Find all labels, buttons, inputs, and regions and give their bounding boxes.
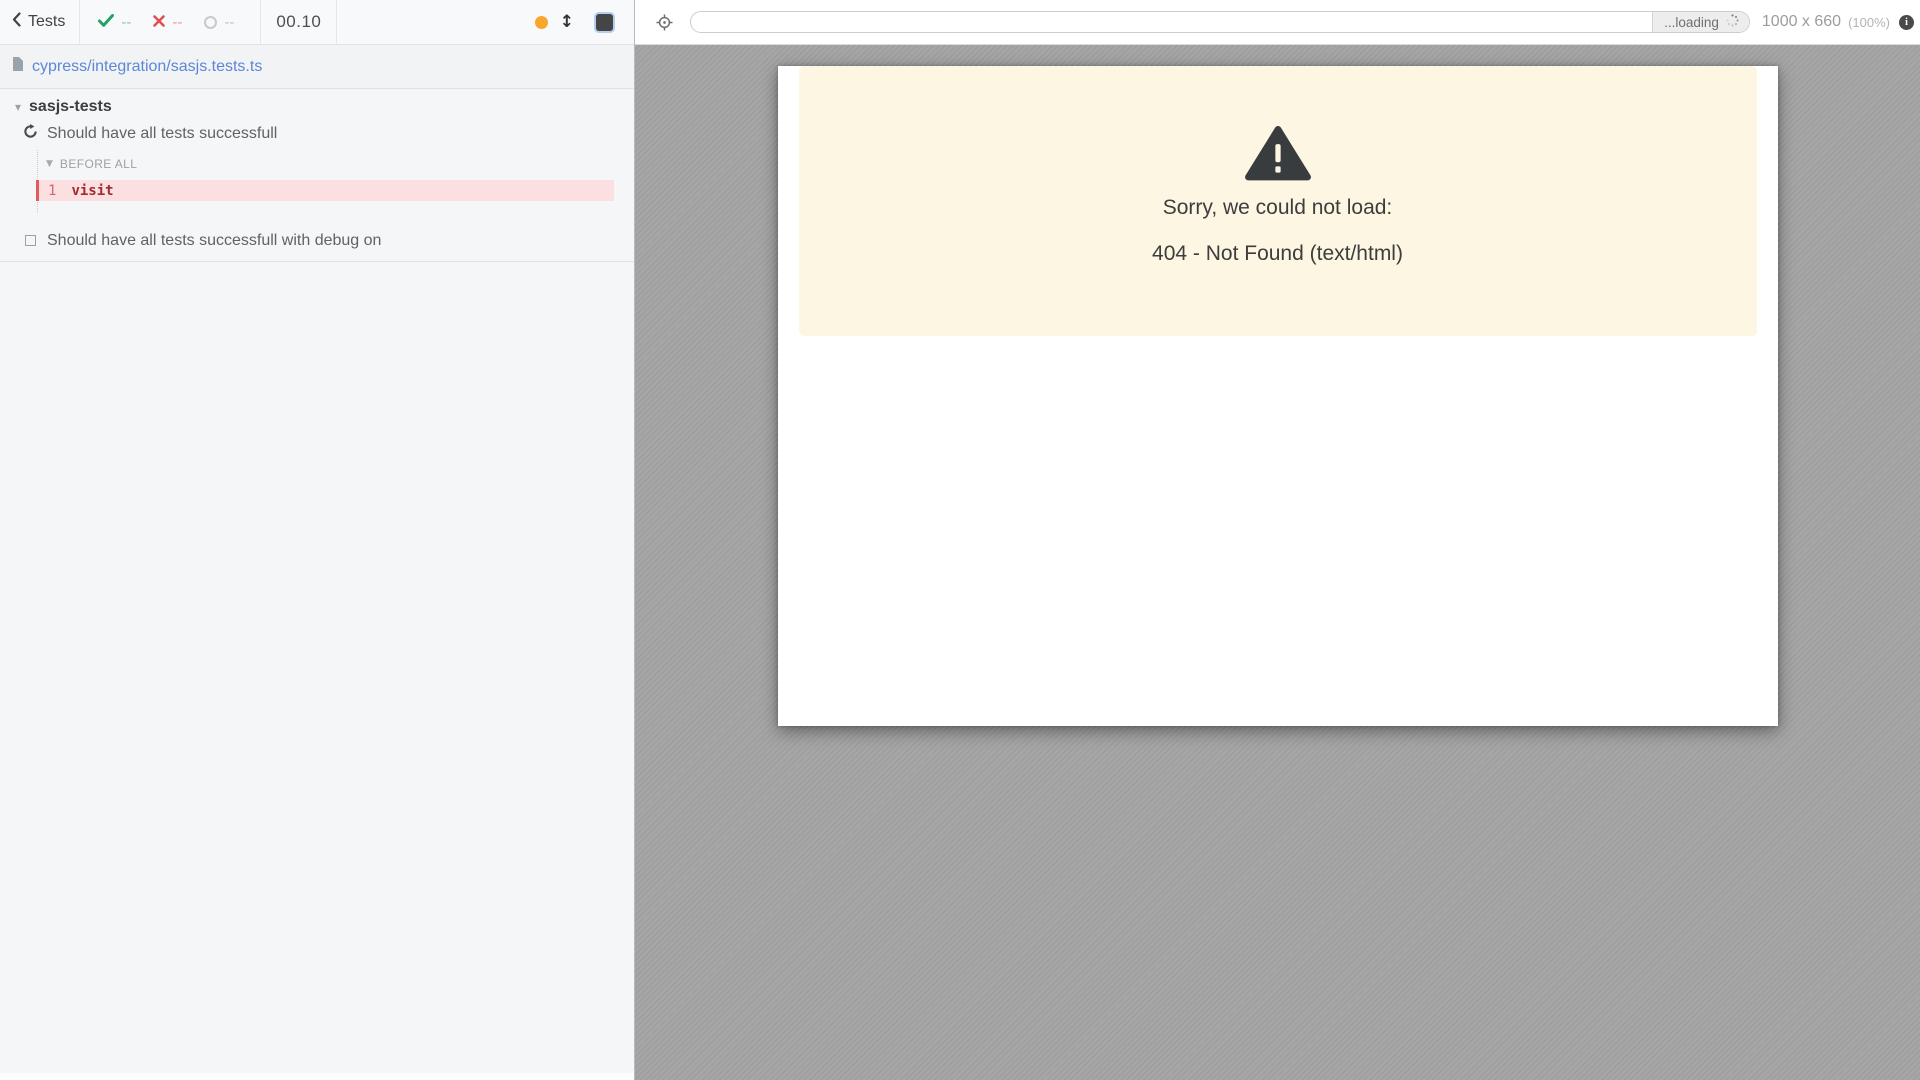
suite-header[interactable]: ▾ sasjs-tests bbox=[15, 95, 634, 119]
error-message-line2: 404 - Not Found (text/html) bbox=[799, 242, 1757, 266]
test-row-1[interactable]: Should have all tests successfull bbox=[23, 121, 634, 146]
viewport-scale: (100%) bbox=[1848, 15, 1890, 30]
spec-file-link[interactable]: cypress/integration/sasjs.tests.ts bbox=[32, 58, 262, 76]
selector-playground-crosshair-icon[interactable] bbox=[656, 14, 673, 31]
command-number: 1 bbox=[39, 183, 56, 199]
viewport-size: 1000 x 660 bbox=[1762, 13, 1841, 31]
command-name: visit bbox=[71, 183, 113, 199]
status-dot-icon bbox=[535, 16, 548, 29]
spec-file-row: cypress/integration/sasjs.tests.ts bbox=[0, 45, 634, 89]
caret-down-icon: ▾ bbox=[15, 101, 21, 113]
not-started-square-icon bbox=[25, 235, 36, 246]
info-icon[interactable]: i bbox=[1899, 15, 1914, 30]
stat-failed: -- bbox=[153, 14, 182, 31]
url-input[interactable] bbox=[691, 12, 1652, 32]
chevron-left-icon bbox=[12, 12, 21, 32]
error-message-line1: Sorry, we could not load: bbox=[799, 196, 1757, 220]
aut-stage: Sorry, we could not load: 404 - Not Foun… bbox=[635, 45, 1920, 1080]
test-timer: 00.10 bbox=[261, 0, 337, 44]
hook-label: BEFORE ALL bbox=[60, 157, 137, 171]
loading-label: ...loading bbox=[1664, 15, 1719, 30]
failed-count: -- bbox=[172, 14, 182, 31]
hook-block: ▼ BEFORE ALL 1 visit bbox=[37, 150, 634, 213]
aut-iframe[interactable]: Sorry, we could not load: 404 - Not Foun… bbox=[778, 66, 1778, 726]
test-title: Should have all tests successfull with d… bbox=[47, 232, 381, 250]
cross-icon bbox=[153, 14, 165, 31]
loading-badge: ...loading bbox=[1652, 12, 1749, 32]
reporter-header: Tests -- -- -- bbox=[0, 0, 634, 45]
stat-passed: -- bbox=[98, 14, 131, 31]
reporter-scrollbar-track[interactable] bbox=[0, 1073, 634, 1080]
test-title: Should have all tests successfull bbox=[47, 125, 277, 143]
pending-circle-icon bbox=[204, 16, 217, 29]
running-refresh-icon bbox=[23, 124, 38, 144]
reporter-empty-area bbox=[0, 262, 634, 1073]
back-to-tests-button[interactable]: Tests bbox=[0, 0, 80, 44]
spec-file-icon bbox=[12, 57, 23, 76]
test-row-2[interactable]: Should have all tests successfull with d… bbox=[23, 228, 634, 253]
back-to-tests-label: Tests bbox=[28, 13, 65, 31]
pending-count: -- bbox=[224, 14, 234, 31]
command-row-visit[interactable]: 1 visit bbox=[36, 180, 614, 201]
tests-list: ▾ sasjs-tests Should have all tests succ… bbox=[0, 89, 634, 262]
caret-down-icon: ▼ bbox=[46, 160, 53, 169]
check-icon bbox=[98, 14, 114, 31]
auto-scroll-icon[interactable]: ↕ bbox=[560, 14, 574, 31]
passed-count: -- bbox=[121, 14, 131, 31]
aut-header: ...loading bbox=[635, 0, 1920, 45]
url-bar: ...loading bbox=[690, 11, 1750, 33]
cypress-runner: Tests -- -- -- bbox=[0, 0, 1920, 1080]
load-error-warning: Sorry, we could not load: 404 - Not Foun… bbox=[799, 66, 1757, 336]
aut-panel: ...loading bbox=[635, 0, 1920, 1080]
reporter-controls: ↕ bbox=[535, 0, 634, 44]
loading-spinner-icon bbox=[1726, 14, 1739, 30]
suite-title: sasjs-tests bbox=[29, 98, 112, 116]
stat-pending: -- bbox=[204, 14, 234, 31]
test-stats: -- -- -- bbox=[80, 0, 261, 44]
hook-header[interactable]: ▼ BEFORE ALL bbox=[38, 154, 634, 174]
warning-triangle-icon bbox=[799, 126, 1757, 182]
stop-button[interactable] bbox=[596, 14, 613, 31]
suite-sasjs-tests: ▾ sasjs-tests Should have all tests succ… bbox=[0, 93, 634, 253]
reporter-sidebar: Tests -- -- -- bbox=[0, 0, 635, 1080]
